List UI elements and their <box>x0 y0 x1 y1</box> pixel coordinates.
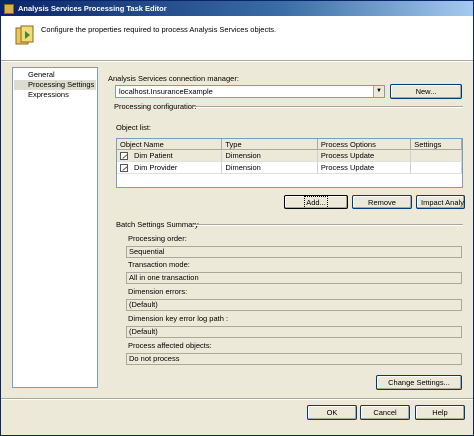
header-divider <box>1 60 473 62</box>
transaction-mode-label: Transaction mode: <box>128 260 190 269</box>
grid-header: Object Name Type Process Options Setting… <box>117 139 462 150</box>
process-affected-label: Process affected objects: <box>128 341 212 350</box>
dimension-errors-value: (Default) <box>126 299 462 311</box>
dimension-icon <box>120 164 128 173</box>
processing-order-label: Processing order: <box>128 234 187 243</box>
object-list-grid[interactable]: Object Name Type Process Options Setting… <box>116 138 463 188</box>
title-bar[interactable]: Analysis Services Processing Task Editor <box>1 1 473 16</box>
column-process-options[interactable]: Process Options <box>318 139 412 149</box>
new-connection-button[interactable]: New... <box>390 84 462 99</box>
row-object-name: Dim Provider <box>134 163 178 172</box>
connection-manager-select[interactable]: localhost.InsuranceExample ▼ <box>115 85 385 98</box>
impact-analysis-button[interactable]: Impact Analys <box>416 195 465 209</box>
table-row[interactable]: Dim Patient Dimension Process Update <box>117 150 462 162</box>
key-error-log-value: (Default) <box>126 326 462 338</box>
row-settings[interactable] <box>411 162 462 173</box>
chevron-down-icon[interactable]: ▼ <box>373 86 384 97</box>
dimension-icon <box>120 152 128 161</box>
add-button[interactable]: Add... <box>284 195 348 209</box>
batch-settings-group-label: Batch Settings Summary <box>116 220 199 229</box>
row-object-name: Dim Patient <box>134 151 173 160</box>
key-error-log-label: Dimension key error log path : <box>128 314 229 323</box>
connection-manager-value: localhost.InsuranceExample <box>119 87 213 96</box>
row-process-option[interactable]: Process Update <box>318 162 412 173</box>
dimension-errors-label: Dimension errors: <box>128 287 188 296</box>
batch-group-divider <box>193 224 463 226</box>
table-row[interactable]: Dim Provider Dimension Process Update <box>117 162 462 174</box>
nav-item-general[interactable]: General <box>14 70 96 80</box>
processing-config-group-label: Processing configuration <box>114 102 197 111</box>
help-button[interactable]: Help <box>415 405 465 420</box>
transaction-mode-value: All in one transaction <box>126 272 462 284</box>
navigation-list: General Processing Settings Expressions <box>12 67 98 388</box>
footer-divider <box>1 398 473 400</box>
ok-button[interactable]: OK <box>307 405 357 420</box>
cancel-button[interactable]: Cancel <box>360 405 410 420</box>
header-description: Configure the properties required to pro… <box>41 25 277 34</box>
dialog-window: Analysis Services Processing Task Editor… <box>0 0 474 436</box>
row-type: Dimension <box>222 162 318 173</box>
processing-task-icon <box>15 25 34 45</box>
row-process-option[interactable]: Process Update <box>318 150 412 161</box>
window-title: Analysis Services Processing Task Editor <box>18 4 167 13</box>
change-settings-button[interactable]: Change Settings... <box>376 375 462 390</box>
column-settings[interactable]: Settings <box>411 139 462 149</box>
row-settings[interactable] <box>411 150 462 161</box>
connection-manager-label: Analysis Services connection manager: <box>108 74 239 83</box>
app-icon <box>4 3 14 14</box>
remove-button[interactable]: Remove <box>352 195 412 209</box>
column-type[interactable]: Type <box>222 139 318 149</box>
header-area: Configure the properties required to pro… <box>1 16 473 60</box>
column-object-name[interactable]: Object Name <box>117 139 223 149</box>
object-list-label: Object list: <box>116 123 152 132</box>
row-type: Dimension <box>222 150 318 161</box>
processing-group-divider <box>193 106 463 108</box>
processing-order-value: Sequential <box>126 246 462 258</box>
nav-item-processing-settings[interactable]: Processing Settings <box>14 80 96 90</box>
process-affected-value: Do not process <box>126 353 462 365</box>
nav-item-expressions[interactable]: Expressions <box>14 90 96 100</box>
